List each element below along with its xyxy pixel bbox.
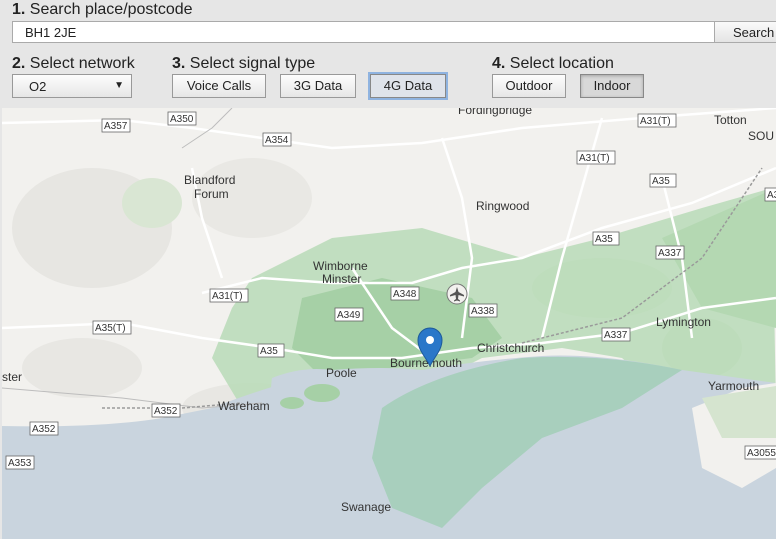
svg-text:A31(T): A31(T) — [212, 291, 243, 302]
network-select-value: O2 — [29, 79, 47, 94]
step-separator — [153, 54, 165, 108]
step-1-title: 1. Search place/postcode — [12, 1, 193, 18]
road-label: A352 — [151, 403, 181, 418]
road-label: A35 — [257, 343, 285, 358]
svg-text:A348: A348 — [393, 289, 417, 300]
road-label: A35 — [592, 231, 620, 246]
road-label: A352 — [29, 421, 59, 436]
svg-text:A35: A35 — [260, 346, 278, 357]
road-label: A354 — [262, 132, 292, 147]
place-label: Blandford — [184, 173, 235, 187]
control-panel: 1. Search place/postcode Search 2. Selec… — [0, 0, 776, 108]
place-label: Wareham — [218, 399, 270, 413]
dropdown-arrow-icon: ▼ — [114, 80, 124, 91]
place-label: Yarmouth — [708, 379, 759, 393]
svg-text:A352: A352 — [32, 424, 56, 435]
svg-text:A3: A3 — [767, 190, 776, 201]
road-label: A337 — [655, 245, 685, 260]
outdoor-button[interactable]: Outdoor — [492, 74, 566, 98]
svg-text:A31(T): A31(T) — [640, 116, 671, 127]
place-label: Poole — [326, 366, 357, 380]
step-4-title: 4. Select location — [492, 55, 614, 72]
svg-text:A349: A349 — [337, 310, 361, 321]
road-label: A3 — [764, 187, 776, 202]
step-2-title: 2. Select network — [12, 55, 135, 72]
step-3-title: 3. Select signal type — [172, 55, 316, 72]
place-label: Ringwood — [476, 199, 529, 213]
road-label: A3055 — [744, 445, 776, 460]
4g-data-button[interactable]: 4G Data — [370, 74, 446, 98]
svg-text:A353: A353 — [8, 458, 32, 469]
road-label: A31(T) — [637, 113, 677, 128]
svg-text:A357: A357 — [104, 121, 128, 132]
svg-text:A3055: A3055 — [747, 448, 776, 459]
svg-text:A35: A35 — [595, 234, 613, 245]
coverage-map[interactable]: Fordingbridge Totton SOU Blandford Forum… — [2, 108, 776, 539]
road-label: A353 — [5, 455, 35, 470]
voice-calls-button[interactable]: Voice Calls — [172, 74, 266, 98]
search-button[interactable]: Search — [714, 21, 776, 43]
svg-text:A35(T): A35(T) — [95, 323, 126, 334]
svg-text:A350: A350 — [170, 114, 194, 125]
3g-data-button[interactable]: 3G Data — [280, 74, 356, 98]
indoor-button[interactable]: Indoor — [580, 74, 644, 98]
road-label: A35(T) — [92, 320, 132, 335]
road-label: A35 — [649, 173, 677, 188]
road-label: A31(T) — [576, 150, 616, 165]
road-label: A338 — [468, 303, 498, 318]
road-label: A348 — [390, 286, 420, 301]
search-input[interactable] — [12, 21, 715, 43]
network-select[interactable]: O2 ▼ — [12, 74, 132, 98]
place-label: ster — [2, 370, 22, 384]
svg-text:A31(T): A31(T) — [579, 153, 610, 164]
place-label: Lymington — [656, 315, 711, 329]
road-label: A357 — [101, 118, 131, 133]
road-label: A349 — [334, 307, 364, 322]
road-label: A31(T) — [209, 288, 249, 303]
svg-text:A337: A337 — [604, 330, 628, 341]
place-label: Wimborne — [313, 259, 368, 273]
svg-text:A354: A354 — [265, 135, 289, 146]
place-label: Swanage — [341, 500, 391, 514]
svg-text:A337: A337 — [658, 248, 682, 259]
road-label: A350 — [167, 111, 197, 126]
road-label: A337 — [601, 327, 631, 342]
svg-text:A35: A35 — [652, 176, 670, 187]
place-label: Christchurch — [477, 341, 544, 355]
place-label: SOU — [748, 129, 774, 143]
place-label: Fordingbridge — [458, 108, 532, 117]
svg-text:A338: A338 — [471, 306, 495, 317]
place-label: Minster — [322, 272, 361, 286]
map-canvas: Fordingbridge Totton SOU Blandford Forum… — [2, 108, 776, 539]
svg-text:A352: A352 — [154, 406, 178, 417]
airport-icon — [446, 283, 468, 305]
place-label: Forum — [194, 187, 229, 201]
place-label: Totton — [714, 113, 747, 127]
